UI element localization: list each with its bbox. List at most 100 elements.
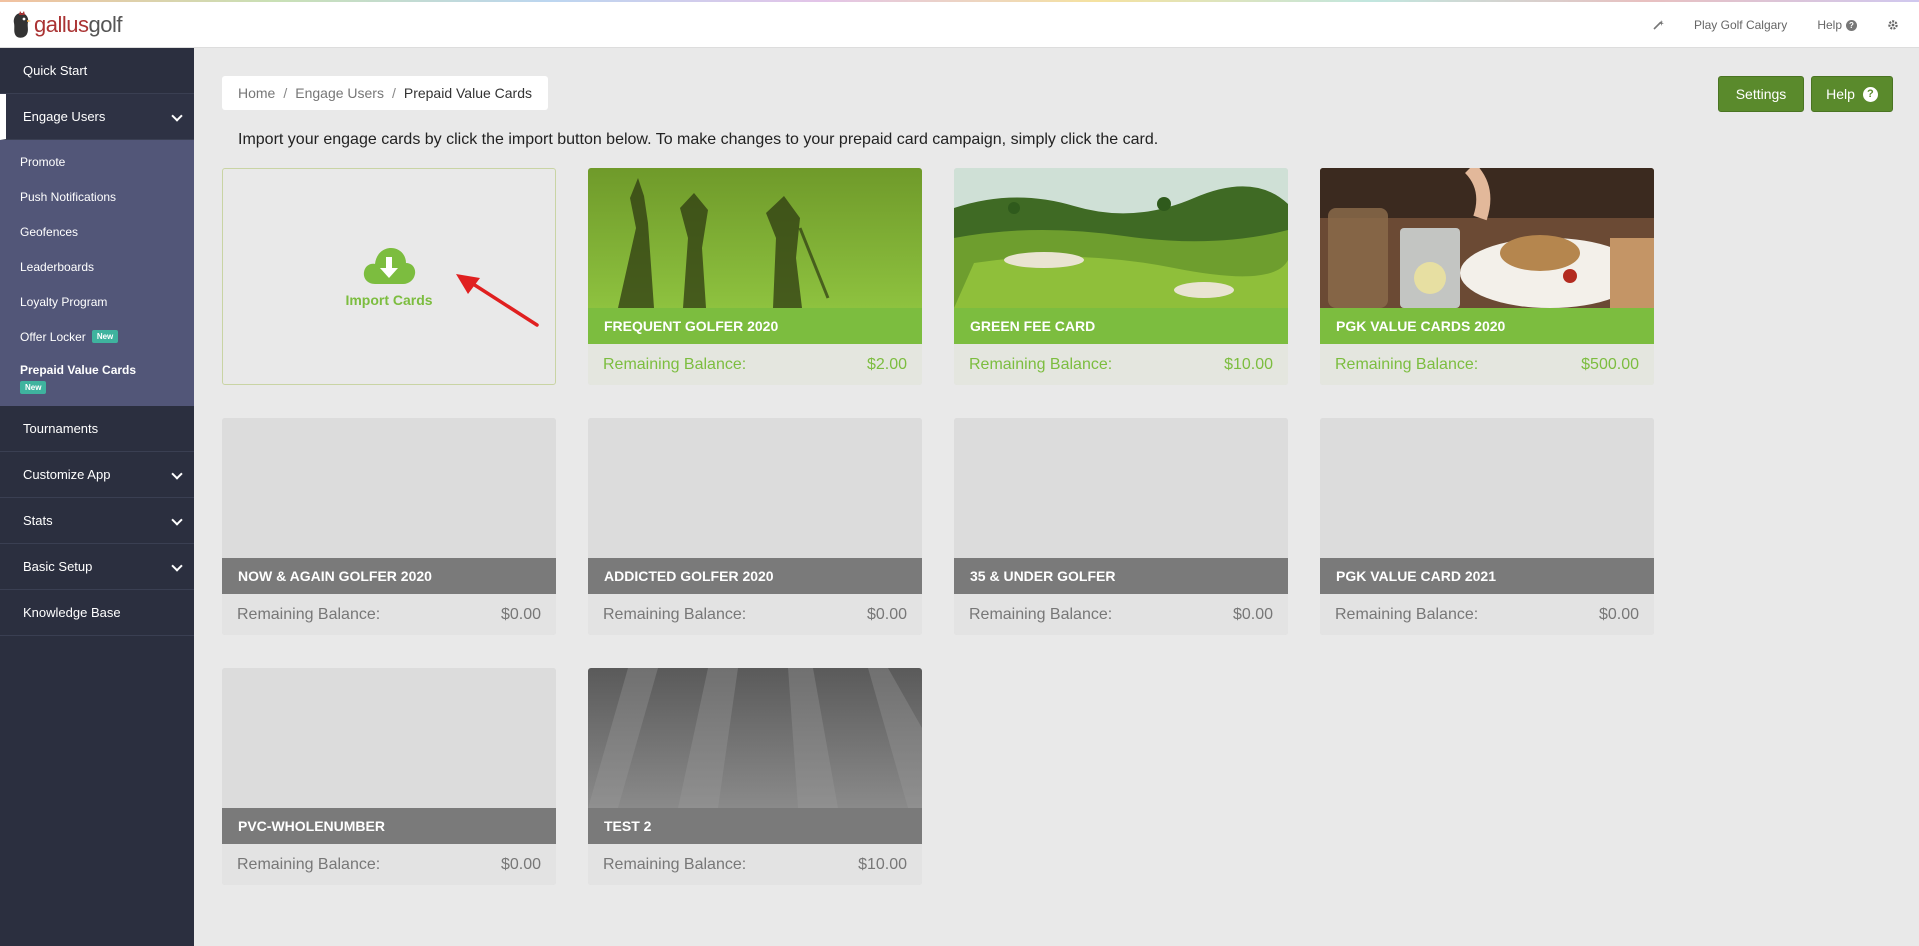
balance-label: Remaining Balance: [969,605,1113,623]
breadcrumb: Home / Engage Users / Prepaid Value Card… [222,76,549,110]
value-card[interactable]: PGK VALUE CARD 2021 Remaining Balance: $0… [1320,418,1654,635]
card-balance-row: Remaining Balance: $10.00 [588,844,922,885]
card-balance-row: Remaining Balance: $500.00 [1320,344,1654,385]
value-card[interactable]: PVC-WHOLENUMBER Remaining Balance: $0.00 [222,668,556,885]
logo-text: gallusgolf [34,12,122,37]
nav-tournaments[interactable]: Tournaments [0,406,194,452]
balance-label: Remaining Balance: [603,855,747,873]
value-card[interactable]: 35 & UNDER GOLFER Remaining Balance: $0.0… [954,418,1288,635]
nav-label: Customize App [23,467,111,482]
card-balance-row: Remaining Balance: $0.00 [588,594,922,635]
card-balance-row: Remaining Balance: $10.00 [954,344,1288,385]
rooster-logo-icon [10,10,32,40]
card-image [588,668,922,808]
nav-quick-start[interactable]: Quick Start [0,48,194,94]
card-title: 35 & UNDER GOLFER [954,558,1288,594]
question-icon: ? [1846,19,1857,31]
sub-item-label: Prepaid Value Cards [20,363,137,377]
course-name-link[interactable]: Play Golf Calgary [1694,18,1787,32]
balance-value: $0.00 [866,605,907,623]
balance-label: Remaining Balance: [603,605,747,623]
nav-label: Basic Setup [23,559,93,574]
card-title: PGK VALUE CARDS 2020 [1320,308,1654,344]
sub-item-geofences[interactable]: Geofences [0,214,194,249]
card-title: FREQUENT GOLFER 2020 [588,308,922,344]
engage-users-submenu: Promote Push Notifications Geofences Lea… [0,140,194,406]
card-image [588,168,922,308]
sub-item-push-notifications[interactable]: Push Notifications [0,179,194,214]
card-title: PVC-WHOLENUMBER [222,808,556,844]
sidebar: Quick Start Engage Users Promote Push No… [0,48,194,946]
balance-value: $10.00 [858,855,907,873]
nav-label: Tournaments [23,421,99,436]
card-balance-row: Remaining Balance: $0.00 [1320,594,1654,635]
sub-item-promote[interactable]: Promote [0,144,194,179]
value-card[interactable]: PGK VALUE CARDS 2020 Remaining Balance: $… [1320,168,1654,385]
card-title: PGK VALUE CARD 2021 [1320,558,1654,594]
nav-customize-app[interactable]: Customize App [0,452,194,498]
wand-icon[interactable] [1652,19,1664,31]
value-card[interactable]: FREQUENT GOLFER 2020 Remaining Balance: $… [588,168,922,385]
balance-value: $500.00 [1581,355,1639,373]
intro-text: Import your engage cards by click the im… [238,131,1159,148]
card-title: GREEN FEE CARD [954,308,1288,344]
sub-item-loyalty-program[interactable]: Loyalty Program [0,284,194,319]
help-link-label: Help [1817,18,1842,32]
card-title: ADDICTED GOLFER 2020 [588,558,922,594]
logo[interactable]: gallusgolf [10,10,122,40]
sub-item-offer-locker[interactable]: Offer Locker New [0,319,194,354]
nav-knowledge-base[interactable]: Knowledge Base [0,590,194,636]
card-title: NOW & AGAIN GOLFER 2020 [222,558,556,594]
nav-engage-users[interactable]: Engage Users [0,94,194,140]
value-card[interactable]: TEST 2 Remaining Balance: $10.00 [588,668,922,885]
card-balance-row: Remaining Balance: $0.00 [222,844,556,885]
cloud-download-icon [363,247,416,284]
card-image-placeholder [1320,418,1654,558]
balance-label: Remaining Balance: [603,355,747,373]
chevron-down-icon [172,112,182,122]
nav-label: Stats [23,513,53,528]
balance-label: Remaining Balance: [1335,605,1479,623]
card-image-placeholder [954,418,1288,558]
balance-value: $0.00 [1232,605,1273,623]
breadcrumb-current: Prepaid Value Cards [403,85,533,101]
nav-label: Knowledge Base [23,605,121,620]
card-balance-row: Remaining Balance: $0.00 [954,594,1288,635]
card-title: TEST 2 [588,808,922,844]
value-card[interactable]: ADDICTED GOLFER 2020 Remaining Balance: $… [588,418,922,635]
settings-button-label: Settings [1735,86,1787,102]
balance-value: $10.00 [1224,355,1273,373]
breadcrumb-separator: / [391,85,396,101]
sub-item-leaderboards[interactable]: Leaderboards [0,249,194,284]
help-button[interactable]: Help ? [1811,76,1893,112]
chevron-down-icon [172,470,182,480]
top-bar: gallusgolf Play Golf Calgary Help ? [0,2,1919,48]
value-card[interactable]: GREEN FEE CARD Remaining Balance: $10.00 [954,168,1288,385]
breadcrumb-engage-users[interactable]: Engage Users [295,85,384,101]
gear-icon[interactable] [1887,19,1899,31]
card-image-placeholder [222,418,556,558]
value-card[interactable]: NOW & AGAIN GOLFER 2020 Remaining Balanc… [222,418,556,635]
nav-label: Engage Users [23,109,106,124]
settings-button[interactable]: Settings [1718,76,1804,112]
new-badge: New [20,381,47,394]
nav-label: Quick Start [23,63,88,78]
help-link[interactable]: Help ? [1817,18,1857,32]
sub-item-prepaid-value-cards[interactable]: Prepaid Value Cards New [0,354,194,400]
breadcrumb-home[interactable]: Home [238,85,275,101]
balance-label: Remaining Balance: [969,355,1113,373]
card-image [1320,168,1654,308]
card-image [954,168,1288,308]
balance-value: $0.00 [500,855,541,873]
breadcrumb-separator: / [283,85,288,101]
balance-label: Remaining Balance: [1335,355,1479,373]
card-balance-row: Remaining Balance: $0.00 [222,594,556,635]
nav-basic-setup[interactable]: Basic Setup [0,544,194,590]
balance-value: $0.00 [500,605,541,623]
import-cards-label: Import Cards [345,291,433,308]
balance-label: Remaining Balance: [237,605,381,623]
help-button-label: Help [1826,86,1855,102]
card-balance-row: Remaining Balance: $2.00 [588,344,922,385]
nav-stats[interactable]: Stats [0,498,194,544]
balance-value: $0.00 [1598,605,1639,623]
